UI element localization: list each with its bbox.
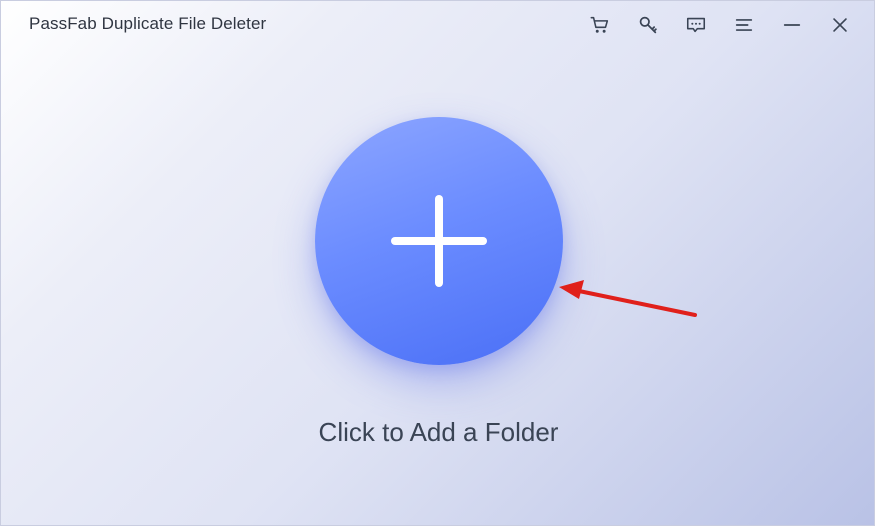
key-icon	[639, 16, 657, 34]
cart-icon	[590, 16, 609, 33]
add-folder-label[interactable]: Click to Add a Folder	[1, 417, 874, 448]
window-controls	[582, 10, 858, 40]
key-button[interactable]	[630, 10, 666, 40]
title-bar: PassFab Duplicate File Deleter	[1, 1, 874, 49]
feedback-icon	[686, 17, 706, 33]
menu-icon	[735, 19, 753, 31]
feedback-button[interactable]	[678, 10, 714, 40]
plus-icon	[391, 195, 487, 287]
minimize-icon	[783, 24, 801, 26]
add-folder-button[interactable]	[315, 117, 563, 365]
cart-button[interactable]	[582, 10, 618, 40]
close-button[interactable]	[822, 10, 858, 40]
app-window: PassFab Duplicate File Deleter Click to …	[0, 0, 875, 526]
app-title: PassFab Duplicate File Deleter	[29, 14, 267, 33]
menu-button[interactable]	[726, 10, 762, 40]
close-icon	[833, 18, 847, 32]
minimize-button[interactable]	[774, 10, 810, 40]
